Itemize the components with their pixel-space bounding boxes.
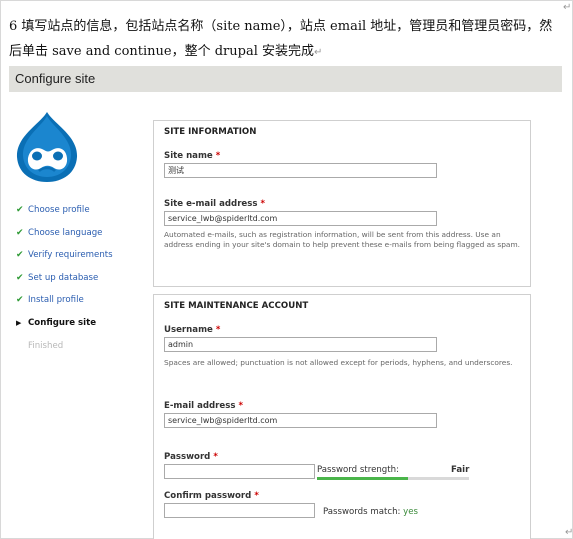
confirm-password-input[interactable] bbox=[164, 503, 315, 518]
site-email-input[interactable]: service_lwb@spiderltd.com bbox=[164, 211, 437, 226]
password-strength-fill bbox=[317, 477, 409, 480]
check-icon: ✔ bbox=[16, 227, 24, 238]
username-input[interactable]: admin bbox=[164, 337, 437, 352]
site-email-description: Automated e-mails, such as registration … bbox=[164, 230, 520, 250]
password-strength-value: Fair bbox=[451, 465, 470, 475]
step-choose-profile: ✔ Choose profile bbox=[16, 200, 113, 223]
passwords-match-status: Passwords match: yes bbox=[323, 507, 419, 517]
account-email-input[interactable]: service_lwb@spiderltd.com bbox=[164, 413, 437, 428]
password-input[interactable] bbox=[164, 464, 315, 479]
step-configure-site: ▶ Configure site bbox=[16, 313, 113, 336]
step-choose-language: ✔ Choose language bbox=[16, 223, 113, 246]
check-icon: ✔ bbox=[16, 295, 24, 306]
confirm-password-label: Confirm password * bbox=[164, 491, 259, 501]
step-verify-requirements: ✔ Verify requirements bbox=[16, 245, 113, 268]
username-label: Username * bbox=[164, 325, 221, 335]
check-icon: ✔ bbox=[16, 272, 24, 283]
fieldset-legend: SITE MAINTENANCE ACCOUNT bbox=[164, 301, 309, 311]
drupal-logo bbox=[16, 112, 78, 182]
account-email-label: E-mail address * bbox=[164, 401, 243, 411]
page-header: Configure site bbox=[9, 66, 562, 92]
password-label: Password * bbox=[164, 452, 218, 462]
page-title: Configure site bbox=[15, 71, 96, 86]
site-information-fieldset: SITE INFORMATION Site name * 测试 Site e-m… bbox=[153, 120, 531, 287]
username-description: Spaces are allowed; punctuation is not a… bbox=[164, 358, 513, 367]
password-strength-meter bbox=[317, 477, 469, 480]
step-set-up-database: ✔ Set up database bbox=[16, 268, 113, 291]
paragraph-mark: ↵ bbox=[563, 2, 572, 13]
check-icon: ✔ bbox=[16, 250, 24, 261]
triangle-right-icon: ▶ bbox=[16, 318, 22, 327]
install-steps: ✔ Choose profile ✔ Choose language ✔ Verify… bbox=[16, 200, 113, 358]
maintenance-account-fieldset: SITE MAINTENANCE ACCOUNT Username * admi… bbox=[153, 294, 531, 539]
site-name-label: Site name * bbox=[164, 151, 221, 161]
check-icon: ✔ bbox=[16, 205, 24, 215]
fieldset-legend: SITE INFORMATION bbox=[164, 127, 257, 137]
paragraph-mark: ↵ bbox=[314, 47, 323, 58]
site-name-input[interactable]: 测试 bbox=[164, 163, 437, 178]
site-email-label: Site e-mail address * bbox=[164, 199, 265, 209]
instruction-paragraph: 6 填写站点的信息，包括站点名称（site name），站点 email 地址，… bbox=[9, 14, 565, 65]
step-finished: Finished bbox=[28, 340, 64, 351]
paragraph-mark: ↵ bbox=[565, 527, 573, 538]
instruction-text: 6 填写站点的信息，包括站点名称（site name），站点 email 地址，… bbox=[9, 19, 553, 59]
step-install-profile: ✔ Install profile bbox=[16, 290, 113, 313]
password-strength-label: Password strength: bbox=[317, 465, 399, 475]
